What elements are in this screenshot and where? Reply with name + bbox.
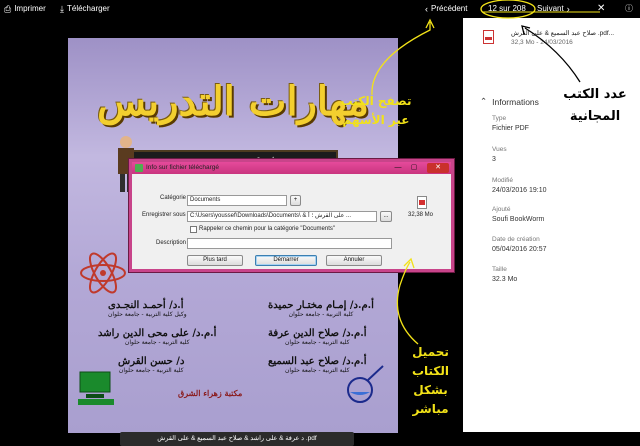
author-3: أ.م.د/ على محى الدين راشد كلية التربية - … [98, 328, 217, 346]
file-name: صلاح عبد السميع & على القرش .pdf... [511, 30, 615, 37]
download-button[interactable]: ⤓ Télécharger [60, 0, 110, 18]
info-section-toggle[interactable]: ⌃ Informations [480, 96, 539, 107]
info-title: Informations [492, 96, 539, 107]
info-views: Vues 3 [492, 146, 507, 163]
description-field[interactable] [187, 238, 392, 249]
print-label: Imprimer [14, 4, 46, 13]
info-added: Ajouté Soufi BookWorm [492, 206, 545, 223]
category-select[interactable]: Documents [187, 195, 287, 206]
publisher-name: مكتبة زهراء الشرق [178, 388, 243, 398]
cancel-button[interactable]: Annuler [326, 255, 382, 266]
dialog-close-button[interactable]: ✕ [427, 163, 449, 173]
previous-button[interactable]: ‹ Précédent [425, 0, 467, 18]
download-info-dialog: Info sur fichier téléchargé — ▢ ✕ Catégo… [129, 159, 454, 272]
next-label: Suivant [537, 4, 564, 13]
annotation-free-books-count: عدد الكتب المجانية [563, 87, 627, 124]
atom-icon [80, 252, 126, 294]
info-button[interactable]: ⓘ [625, 0, 633, 18]
info-icon: ⓘ [625, 4, 633, 13]
viewer-toolbar: ⎙ Imprimer ⤓ Télécharger ‹ Précédent 12 … [0, 0, 640, 18]
info-created: Date de création 05/04/2016 20:57 [492, 236, 547, 253]
author-2: أ.م.د/ إمـام مختـار حميدة كلية التربية - … [268, 300, 374, 318]
download-label: Télécharger [66, 4, 110, 13]
info-type: Type Fichier PDF [492, 115, 529, 132]
dialog-title: Info sur fichier téléchargé [146, 164, 219, 171]
start-download-button[interactable]: Démarrer [255, 255, 317, 266]
file-meta: 32,3 Mo - 24/03/2016 [511, 39, 573, 46]
printer-icon: ⎙ [4, 4, 12, 14]
close-button[interactable]: ✕ [597, 0, 605, 18]
close-icon: ✕ [597, 3, 606, 14]
dialog-titlebar[interactable]: Info sur fichier téléchargé — ▢ ✕ [132, 162, 451, 174]
details-pane: صلاح عبد السميع & على القرش .pdf... 32,3… [463, 18, 640, 432]
later-button[interactable]: Plus tard [187, 255, 243, 266]
description-label: Description [156, 240, 187, 246]
save-path-field[interactable]: C:\Users\youssef\Downloads\Documents\ & … [187, 211, 377, 222]
previous-label: Précédent [431, 4, 468, 13]
print-button[interactable]: ⎙ Imprimer [4, 0, 46, 18]
page-indicator: 12 sur 208 [488, 4, 526, 13]
author-5: د/ حسن القرش كلية التربية - جامعة حلوان [118, 356, 185, 374]
browse-button[interactable]: ... [380, 211, 392, 222]
remember-path-checkbox[interactable] [190, 226, 197, 233]
pdf-file-icon [417, 196, 427, 209]
chevron-left-icon: ‹ [425, 4, 428, 14]
remember-path-label: Rappeler ce chemin pour la catégorie "Do… [199, 226, 335, 232]
category-label: Catégorie [160, 195, 187, 201]
author-1: أ.د/ أحمـد النجـدى وكيل كلية التربية - جا… [108, 300, 187, 318]
computer-icon [78, 371, 114, 405]
info-size: Taille 32.3 Mo [492, 266, 518, 283]
pdf-file-icon [483, 30, 494, 44]
flask-icon [347, 365, 384, 403]
file-size: 32,38 Mo [408, 212, 434, 218]
maximize-button[interactable]: ▢ [409, 163, 419, 173]
file-entry[interactable]: صلاح عبد السميع & على القرش .pdf... 32,3… [483, 28, 633, 58]
info-modified: Modifié 24/03/2016 19:10 [492, 177, 547, 194]
minimize-button[interactable]: — [393, 163, 403, 173]
save-as-label: Enregistrer sous [142, 212, 186, 218]
chevron-right-icon: › [566, 4, 570, 14]
download-icon: ⤓ [60, 4, 64, 14]
annotation-browse-arrows: تصفح الكتب عبر الأسهم [340, 94, 412, 127]
chevron-up-icon: ⌃ [480, 96, 488, 106]
author-4: أ.م.د/ صلاح الدين عرفة كلية التربية - جام… [268, 328, 367, 346]
page-caption: د عرفة & على راشد & صلاح عبد السميع & عل… [120, 432, 354, 446]
add-category-button[interactable]: + [290, 195, 301, 206]
annotation-direct-download: تحميل الكتاب بشكل مباشر [411, 345, 450, 416]
next-button[interactable]: Suivant › [537, 0, 570, 18]
app-icon [135, 164, 143, 172]
